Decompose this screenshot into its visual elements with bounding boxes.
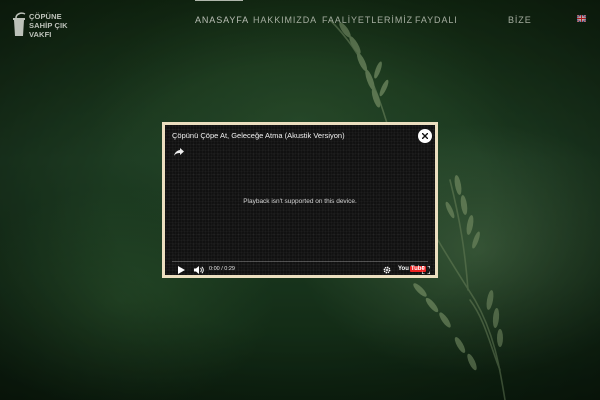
playback-message: Playback isn't supported on this device.: [243, 198, 357, 205]
progress-bar[interactable]: [172, 261, 428, 262]
video-modal: Çöpünü Çöpe At, Geleceğe Atma (Akustik V…: [162, 122, 438, 278]
player-controls: 0:00 / 0:29 You Tube: [165, 265, 435, 275]
video-player[interactable]: Çöpünü Çöpe At, Geleceğe Atma (Akustik V…: [165, 125, 435, 275]
play-icon[interactable]: [178, 266, 185, 274]
close-icon: [422, 133, 428, 139]
close-button[interactable]: [418, 129, 432, 143]
video-title[interactable]: Çöpünü Çöpe At, Geleceğe Atma (Akustik V…: [172, 131, 345, 140]
youtube-logo-you: You: [398, 266, 409, 272]
volume-icon[interactable]: [194, 266, 204, 274]
time-display: 0:00 / 0:29: [209, 266, 235, 272]
share-icon[interactable]: [174, 148, 184, 156]
settings-icon[interactable]: [383, 266, 391, 274]
fullscreen-icon[interactable]: [422, 266, 430, 274]
